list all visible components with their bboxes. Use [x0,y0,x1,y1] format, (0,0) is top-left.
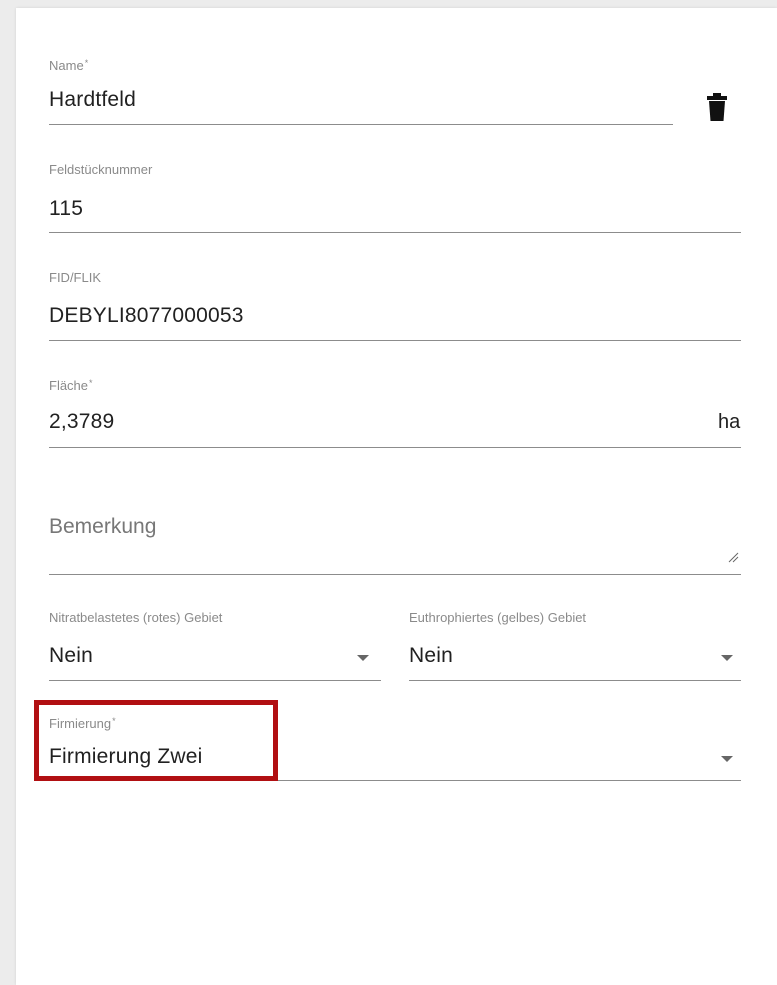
name-underline [49,124,673,125]
nitrat-value: Nein [49,644,93,667]
chevron-down-icon[interactable] [357,655,369,661]
euthroph-label: Euthrophiertes (gelbes) Gebiet [409,610,587,625]
required-mark: * [84,58,89,68]
chevron-down-icon[interactable] [721,756,733,762]
flaeche-unit: ha [718,411,741,433]
firmierung-label: Firmierung* [49,716,116,731]
firmierung-select[interactable]: Firmierung* Firmierung Zwei [49,714,741,784]
fid-flik-input[interactable]: DEBYLI8077000053 [49,303,244,329]
flaeche-label: Fläche* [49,378,93,393]
feldstuecknummer-input[interactable]: 115 [49,196,83,222]
name-field[interactable]: Name* Hardtfeld [49,54,673,128]
euthroph-underline [409,680,741,681]
nitrat-underline [49,680,381,681]
flaeche-underline [49,447,741,448]
bemerkung-field[interactable]: Bemerkung [49,508,741,578]
required-mark: * [112,716,116,726]
required-mark: * [89,378,93,388]
name-label: Name* [49,58,89,73]
feldstuecknummer-field[interactable]: Feldstücknummer 115 [49,160,741,236]
euthroph-select[interactable]: Euthrophiertes (gelbes) Gebiet Nein [409,608,741,684]
feldstuecknummer-label: Feldstücknummer [49,162,153,177]
field-form-card: Name* Hardtfeld Feldstücknummer 115 FID/… [16,8,777,985]
nitrat-select[interactable]: Nitratbelastetes (rotes) Gebiet Nein [49,608,381,684]
bemerkung-textarea[interactable]: Bemerkung [49,514,156,540]
flaeche-input[interactable]: 2,3789 [49,409,114,435]
name-input[interactable]: Hardtfeld [49,87,136,113]
flaeche-field[interactable]: Fläche* 2,3789 ha [49,374,741,450]
resize-handle-icon[interactable] [727,551,739,563]
nitrat-label: Nitratbelastetes (rotes) Gebiet [49,610,223,625]
feldstuecknummer-underline [49,232,741,233]
fid-flik-field[interactable]: FID/FLIK DEBYLI8077000053 [49,268,741,344]
fid-flik-label: FID/FLIK [49,270,102,285]
chevron-down-icon[interactable] [721,655,733,661]
euthroph-value: Nein [409,644,453,667]
firmierung-value: Firmierung Zwei [49,745,203,768]
trash-icon[interactable] [707,93,727,121]
firmierung-underline [49,780,741,781]
bemerkung-underline [49,574,741,575]
fid-flik-underline [49,340,741,341]
